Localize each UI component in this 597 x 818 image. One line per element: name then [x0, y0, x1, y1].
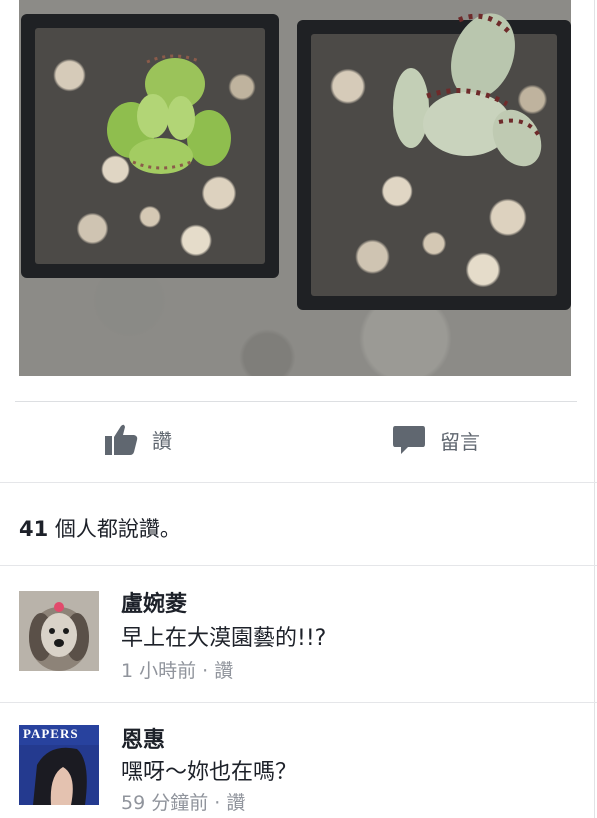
- right-succulent: [393, 13, 542, 167]
- comment-text: 嘿呀～妳也在嗎？: [121, 760, 298, 785]
- like-label: 讚: [152, 428, 172, 453]
- comment-label: 留言: [440, 429, 480, 454]
- post-photo[interactable]: [19, 0, 571, 376]
- avatar-text: PAPERS: [23, 726, 79, 741]
- thumbs-up-icon: [105, 424, 138, 455]
- likes-bottom-divider: [0, 565, 597, 566]
- comment-meta: 1 小時前 · 讚: [121, 656, 233, 683]
- comment-like-link[interactable]: 讚: [214, 660, 233, 682]
- comment-time[interactable]: 1 小時前: [121, 660, 196, 682]
- meta-separator: ·: [208, 792, 227, 814]
- likes-count: 41: [19, 517, 49, 541]
- dog-avatar-image: [19, 591, 99, 671]
- comment-button[interactable]: 留言: [392, 424, 480, 456]
- like-button[interactable]: 讚: [104, 422, 172, 456]
- likes-summary[interactable]: 41 個人都說讚。: [19, 513, 181, 543]
- comment-author[interactable]: 恩惠: [121, 722, 165, 754]
- comment-divider: [0, 702, 597, 703]
- meta-separator: ·: [196, 660, 215, 682]
- left-succulent: [107, 54, 231, 174]
- speech-bubble-icon: [393, 426, 425, 454]
- comment-like-link[interactable]: 讚: [226, 792, 245, 814]
- comment-author[interactable]: 盧婉菱: [121, 586, 187, 618]
- comment-meta: 59 分鐘前 · 讚: [121, 788, 245, 815]
- comment-time[interactable]: 59 分鐘前: [121, 792, 208, 814]
- avatar[interactable]: [19, 591, 99, 671]
- likes-text: 個人都說讚。: [48, 517, 181, 541]
- action-bar-top-divider: [15, 401, 577, 402]
- right-edge-rule: [594, 0, 595, 818]
- comment-text: 早上在大漠園藝的!!?: [121, 626, 327, 651]
- avatar[interactable]: PAPERS: [19, 725, 99, 805]
- action-bar-bottom-divider: [0, 482, 597, 483]
